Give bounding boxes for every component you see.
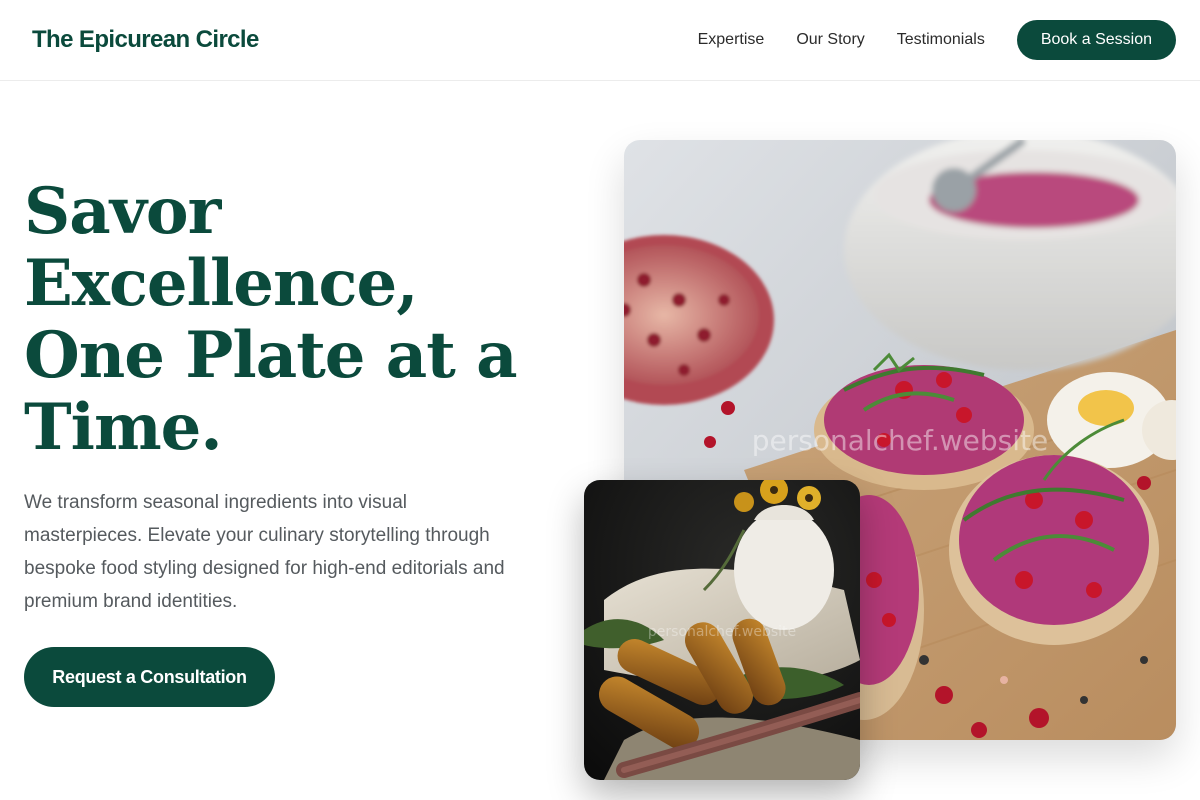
site-header: The Epicurean Circle Expertise Our Story… (0, 0, 1200, 81)
main-photo-watermark: personalchef.website (752, 424, 1048, 457)
inset-photo-watermark: personalchef.website (648, 624, 796, 640)
hero-description: We transform seasonal ingredients into v… (24, 492, 505, 612)
request-consultation-button[interactable]: Request a Consultation (24, 647, 275, 707)
brand-logo-text[interactable]: The Epicurean Circle (32, 24, 259, 56)
nav-link-testimonials[interactable]: Testimonials (897, 20, 985, 60)
nav-link-expertise[interactable]: Expertise (698, 20, 765, 60)
hero-inset-photo: personalchef.website (584, 480, 860, 780)
hero-title: Savor Excellence, One Plate at a Time. (24, 174, 518, 465)
nav-link-our-story[interactable]: Our Story (796, 20, 864, 60)
main-nav: Expertise Our Story Testimonials Book a … (698, 20, 1176, 60)
book-session-button[interactable]: Book a Session (1016, 20, 1176, 60)
